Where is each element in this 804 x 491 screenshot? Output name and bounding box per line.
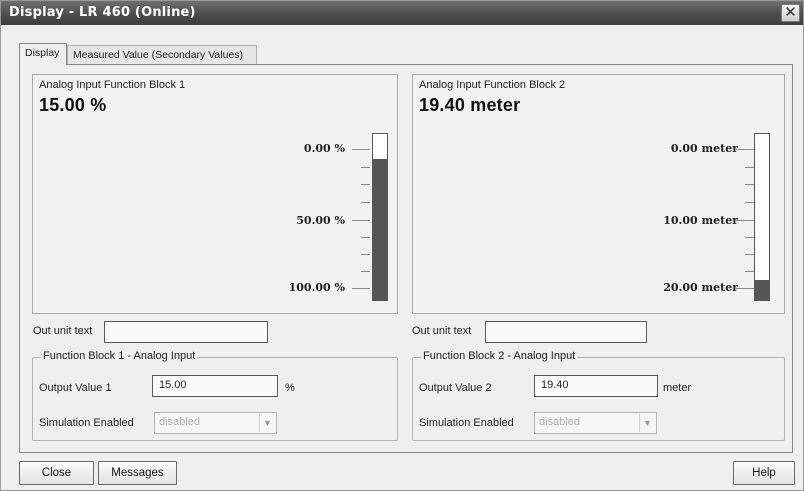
group-2-title: Function Block 2 - Analog Input <box>421 350 578 362</box>
function-block-1-group: Function Block 1 - Analog Input Output V… <box>32 350 398 441</box>
out-unit-label-2: Out unit text <box>412 325 472 337</box>
block-2-major-tick <box>736 288 754 289</box>
simulation-1-select[interactable]: disabled ▼ <box>154 412 277 434</box>
display-block-2: Analog Input Function Block 2 19.40 mete… <box>412 74 785 314</box>
simulation-1-label: Simulation Enabled <box>39 417 134 429</box>
block-2-minor-tick <box>745 184 754 185</box>
output-value-2-field[interactable]: 19.40 <box>534 375 658 397</box>
chevron-down-icon[interactable]: ▼ <box>259 414 275 432</box>
block-2-level-fill <box>755 280 769 300</box>
block-2-major-tick <box>736 149 754 150</box>
block-2-minor-tick <box>745 167 754 168</box>
tab-display[interactable]: Display <box>19 43 67 65</box>
block-2-scale-bottom: 20.00 meter <box>663 281 738 294</box>
out-unit-label-1: Out unit text <box>33 325 93 337</box>
simulation-1-value: disabled <box>159 416 200 428</box>
block-2-minor-tick <box>745 254 754 255</box>
simulation-2-value: disabled <box>539 416 580 428</box>
output-value-1-label: Output Value 1 <box>39 382 112 394</box>
chevron-down-icon[interactable]: ▼ <box>639 414 655 432</box>
output-value-2-label: Output Value 2 <box>419 382 492 394</box>
messages-button[interactable]: Messages <box>98 461 177 485</box>
output-value-1-unit: % <box>285 382 295 394</box>
block-1-minor-tick <box>361 237 370 238</box>
window-title: Display - LR 460 (Online) <box>9 5 196 20</box>
block-2-major-tick <box>736 220 754 221</box>
block-2-minor-tick <box>745 202 754 203</box>
block-2-title: Analog Input Function Block 2 <box>419 79 566 91</box>
block-2-level-bar <box>754 133 770 301</box>
block-1-minor-tick <box>361 167 370 168</box>
block-1-scale-bottom: 100.00 % <box>288 281 345 294</box>
simulation-2-label: Simulation Enabled <box>419 417 514 429</box>
block-1-minor-tick <box>361 254 370 255</box>
display-block-1: Analog Input Function Block 1 15.00 % 0.… <box>32 74 398 314</box>
block-1-scale-top: 0.00 % <box>303 142 345 155</box>
out-unit-field-1[interactable] <box>104 321 268 343</box>
block-1-scale-mid: 50.00 % <box>296 214 345 227</box>
block-1-title: Analog Input Function Block 1 <box>39 79 186 91</box>
dialog-window: Display - LR 460 (Online) ✕ Display Meas… <box>0 0 804 491</box>
block-2-minor-tick <box>745 237 754 238</box>
block-1-level-bar <box>372 133 388 301</box>
close-window-icon[interactable]: ✕ <box>781 4 800 22</box>
block-1-value: 15.00 % <box>39 95 107 115</box>
output-value-1-field[interactable]: 15.00 <box>152 375 278 397</box>
block-1-minor-tick <box>361 202 370 203</box>
block-1-major-tick <box>352 149 370 150</box>
block-1-major-tick <box>352 288 370 289</box>
tab-measured-value[interactable]: Measured Value (Secondary Values) <box>67 45 257 65</box>
block-1-minor-tick <box>361 271 370 272</box>
out-unit-field-2[interactable] <box>485 321 647 343</box>
block-1-level-fill <box>373 158 387 300</box>
help-button[interactable]: Help <box>733 461 795 485</box>
output-value-2-unit: meter <box>663 382 692 394</box>
title-bar[interactable]: Display - LR 460 (Online) ✕ <box>1 1 803 25</box>
block-1-minor-tick <box>361 184 370 185</box>
function-block-2-group: Function Block 2 - Analog Input Output V… <box>412 350 785 441</box>
simulation-2-select[interactable]: disabled ▼ <box>534 412 657 434</box>
block-2-value: 19.40 meter <box>419 95 521 115</box>
block-2-scale-mid: 10.00 meter <box>663 214 738 227</box>
group-1-title: Function Block 1 - Analog Input <box>41 350 198 362</box>
block-2-minor-tick <box>745 271 754 272</box>
close-button[interactable]: Close <box>19 461 94 485</box>
block-2-scale-top: 0.00 meter <box>670 142 738 155</box>
block-1-major-tick <box>352 220 370 221</box>
